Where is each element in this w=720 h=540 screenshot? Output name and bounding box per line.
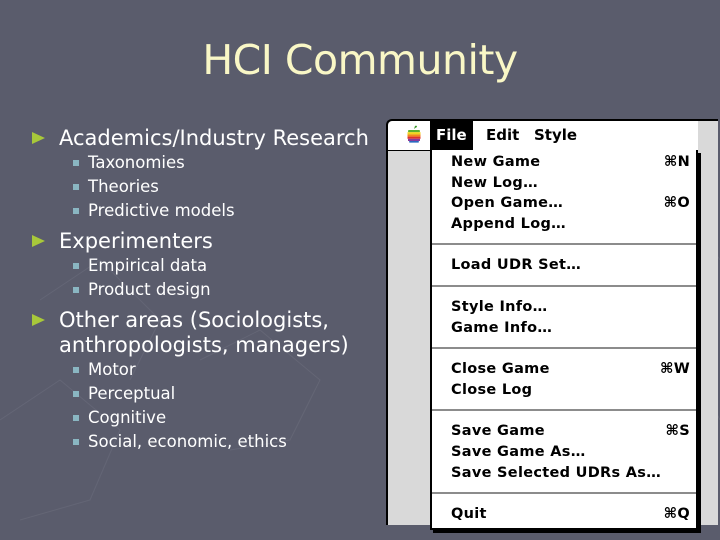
square-bullet-icon [73, 184, 79, 190]
slide-title: HCI Community [202, 36, 518, 84]
menu-item-new-log[interactable]: New Log… [432, 173, 696, 194]
menu-item-label: Style Info… [451, 298, 548, 315]
shortcut-label: ⌘S [665, 423, 690, 440]
sub-bullet-label: Product design [88, 280, 211, 299]
sub-bullet-label: Predictive models [88, 201, 235, 220]
menu-item-open-game[interactable]: Open Game… ⌘O [432, 193, 696, 214]
menu-item-label: Quit [451, 506, 487, 523]
triangle-bullet-icon [32, 314, 45, 326]
sub-bullet: Cognitive [30, 406, 390, 430]
menu-item-game-info[interactable]: Game Info… [432, 318, 696, 339]
shortcut-label: ⌘N [663, 154, 690, 170]
bullet-other-areas: Other areas (Sociologists, anthropologis… [30, 308, 390, 358]
sub-bullet: Predictive models [30, 199, 390, 223]
bullet-label-line1: Other areas (Sociologists, [59, 308, 329, 332]
shortcut-label: ⌘Q [663, 506, 690, 523]
menu-item-save-game-as[interactable]: Save Game As… [432, 442, 696, 463]
menu-item-label: Open Game… [451, 195, 564, 212]
menu-item-label: New Log… [451, 174, 538, 191]
bullet-label: Experimenters [59, 229, 213, 253]
sub-bullet-label: Social, economic, ethics [88, 432, 287, 451]
menu-item-append-log[interactable]: Append Log… [432, 214, 696, 235]
sub-bullet: Theories [30, 175, 390, 199]
sub-bullet-label: Empirical data [88, 256, 208, 275]
shortcut-label: ⌘W [659, 361, 690, 378]
mac-menu-screenshot: File Edit Style New Game ⌘N New Log… Open… [386, 119, 718, 530]
apple-rainbow-icon[interactable] [406, 125, 422, 143]
menu-edit[interactable]: Edit [480, 121, 525, 150]
menu-item-label: New Game [451, 154, 541, 170]
menu-item-label: Close Game [451, 361, 550, 378]
square-bullet-icon [73, 208, 79, 214]
bullet-label-line2: anthropologists, managers) [59, 333, 349, 357]
shortcut-label: ⌘O [663, 195, 690, 212]
square-bullet-icon [73, 439, 79, 445]
menu-item-label: Close Log [451, 381, 533, 398]
square-bullet-icon [73, 160, 79, 166]
sub-bullet-label: Taxonomies [88, 153, 185, 172]
square-bullet-icon [73, 287, 79, 293]
menu-item-load-udr-set[interactable]: Load UDR Set… [432, 255, 696, 276]
menu-bar: File Edit Style [388, 121, 698, 151]
sub-bullet-label: Cognitive [88, 408, 167, 427]
menu-item-label: Game Info… [451, 319, 553, 336]
square-bullet-icon [73, 367, 79, 373]
menu-item-close-game[interactable]: Close Game ⌘W [432, 359, 696, 380]
sub-bullet: Perceptual [30, 382, 390, 406]
bullet-experimenters: Experimenters [30, 229, 390, 254]
menu-item-label: Save Game As… [451, 443, 586, 460]
sub-bullet: Taxonomies [30, 151, 390, 175]
menu-separator [432, 409, 696, 412]
menu-separator [432, 492, 696, 495]
square-bullet-icon [73, 263, 79, 269]
menu-separator [432, 284, 696, 287]
menu-item-quit[interactable]: Quit ⌘Q [432, 504, 696, 525]
sub-bullet-label: Theories [88, 177, 159, 196]
menu-item-new-game[interactable]: New Game ⌘N [432, 152, 696, 173]
sub-bullet-label: Perceptual [88, 384, 176, 403]
bullet-academics: Academics/Industry Research [30, 126, 390, 151]
sub-bullet: Product design [30, 278, 390, 302]
menu-item-style-info[interactable]: Style Info… [432, 297, 696, 318]
menu-item-label: Append Log… [451, 215, 566, 232]
menu-item-save-game[interactable]: Save Game ⌘S [432, 421, 696, 442]
square-bullet-icon [73, 391, 79, 397]
triangle-bullet-icon [32, 132, 45, 144]
sub-bullet-label: Motor [88, 360, 136, 379]
menu-file[interactable]: File [430, 121, 473, 150]
menu-separator [432, 243, 696, 246]
sub-bullet: Social, economic, ethics [30, 430, 390, 454]
file-menu-dropdown: New Game ⌘N New Log… Open Game… ⌘O Append … [430, 150, 698, 530]
bullet-list: Academics/Industry Research Taxonomies T… [30, 124, 390, 454]
menu-item-label: Save Game [451, 423, 545, 440]
menu-item-label: Save Selected UDRs As… [451, 464, 662, 481]
sub-bullet: Motor [30, 358, 390, 382]
square-bullet-icon [73, 415, 79, 421]
menu-item-close-log[interactable]: Close Log [432, 380, 696, 401]
menu-item-label: Load UDR Set… [451, 257, 582, 274]
menu-separator [432, 347, 696, 350]
triangle-bullet-icon [32, 235, 45, 247]
bullet-label: Academics/Industry Research [59, 126, 369, 150]
menu-style[interactable]: Style [528, 121, 583, 150]
menu-item-save-selected-udrs-as[interactable]: Save Selected UDRs As… [432, 463, 696, 484]
sub-bullet: Empirical data [30, 254, 390, 278]
